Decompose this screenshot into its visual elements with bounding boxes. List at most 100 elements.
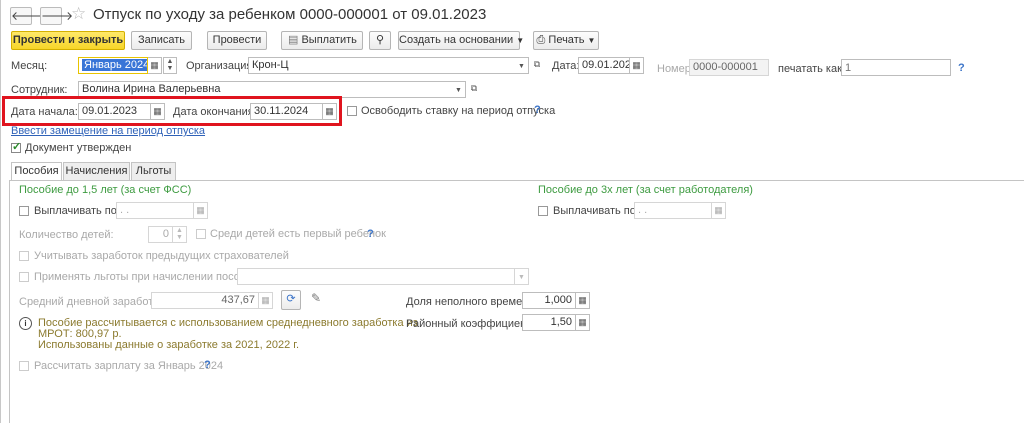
tab-benefits[interactable]: Пособия bbox=[11, 162, 62, 181]
calendar-icon: ▦ bbox=[196, 205, 205, 215]
print-button[interactable]: ⎙ Печать ▼ bbox=[533, 31, 599, 50]
help-icon[interactable]: ? bbox=[367, 228, 374, 240]
post-button[interactable]: Провести bbox=[207, 31, 267, 50]
print-as-input[interactable] bbox=[841, 59, 951, 76]
print-label: Печать bbox=[548, 34, 585, 46]
free-rate-checkbox[interactable] bbox=[347, 106, 357, 116]
create-based-label: Создать на основании bbox=[399, 34, 514, 46]
arrow-right-icon: 🡒 bbox=[41, 9, 74, 23]
first-child-checkbox[interactable] bbox=[196, 229, 206, 239]
chevron-down-icon: ▼ bbox=[516, 36, 525, 45]
pay-button[interactable]: ▤ Выплатить bbox=[281, 31, 363, 50]
apply-benefits-label: Применять льготы при начислении пособия bbox=[34, 271, 259, 283]
date-calendar-button[interactable]: ▦ bbox=[630, 57, 644, 74]
month-calendar-button[interactable]: ▦ bbox=[148, 57, 162, 74]
benefits-select-field[interactable] bbox=[237, 268, 515, 285]
pay-icon: ▤ bbox=[288, 34, 299, 46]
first-child-label: Среди детей есть первый ребенок bbox=[210, 228, 386, 240]
benefits-select-dropdown[interactable]: ▼ bbox=[515, 268, 529, 285]
forward-button[interactable]: 🡒 bbox=[40, 7, 73, 25]
calendar-icon: ▦ bbox=[714, 205, 723, 215]
pay-until-checkbox[interactable] bbox=[19, 206, 29, 216]
replacement-link[interactable]: Ввести замещение на период отпуска bbox=[11, 125, 205, 137]
pay-label: Выплатить bbox=[301, 34, 357, 46]
calendar-icon: ▦ bbox=[632, 60, 641, 70]
tab-accruals[interactable]: Начисления bbox=[63, 162, 130, 180]
printer-icon: ⎙ bbox=[536, 34, 546, 46]
create-based-button[interactable]: Создать на основании ▼ bbox=[398, 31, 524, 50]
spin-up-down-icon: ▲ ▼ bbox=[176, 227, 183, 241]
month-spin-button[interactable]: ▲ ▼ bbox=[163, 57, 177, 74]
info-icon: i bbox=[19, 317, 32, 330]
pay-until-right-checkbox[interactable] bbox=[538, 206, 548, 216]
pay-until-calendar-button[interactable]: ▦ bbox=[194, 202, 208, 219]
employee-dropdown-button[interactable]: ▼ bbox=[452, 81, 466, 98]
number-field[interactable]: 0000-000001 bbox=[689, 59, 769, 76]
avg-daily-label: Средний дневной заработок: bbox=[19, 296, 168, 308]
chevron-down-icon: ▼ bbox=[518, 63, 525, 70]
month-value: Январь 2024 bbox=[82, 59, 147, 71]
children-count-label: Количество детей: bbox=[19, 229, 114, 241]
favorite-star-icon[interactable]: ☆ bbox=[71, 4, 86, 24]
tab-privileges[interactable]: Льготы bbox=[131, 162, 176, 180]
open-icon: ⧉ bbox=[533, 59, 541, 69]
pencil-icon[interactable]: ✎ bbox=[311, 291, 321, 305]
children-count-spin[interactable]: ▲ ▼ bbox=[173, 226, 187, 243]
save-button[interactable]: Записать bbox=[131, 31, 192, 50]
employee-open-button[interactable]: ⧉ bbox=[467, 81, 481, 98]
highlight-frame bbox=[2, 96, 342, 126]
month-label: Месяц: bbox=[11, 60, 48, 72]
calculator-icon: ▦ bbox=[578, 295, 587, 305]
calculator-icon: ▦ bbox=[261, 295, 270, 305]
org-dropdown-button[interactable]: ▼ bbox=[515, 57, 529, 74]
calculator-icon: ▦ bbox=[578, 317, 587, 327]
regional-label: Районный коэффициент: bbox=[406, 318, 535, 330]
pay-until-field[interactable]: . . bbox=[116, 202, 194, 219]
back-button[interactable]: 🡐 bbox=[10, 7, 43, 25]
open-icon: ⧉ bbox=[470, 83, 478, 93]
check-icon: ✓ bbox=[12, 141, 22, 153]
date-field[interactable]: 09.01.2023 bbox=[578, 57, 630, 74]
avg-daily-field[interactable]: 437,67 bbox=[151, 292, 259, 309]
print-as-label: печатать как: bbox=[778, 63, 845, 75]
employee-label: Сотрудник: bbox=[11, 84, 68, 96]
pay-until-label: Выплачивать по bbox=[34, 205, 117, 217]
org-label: Организация: bbox=[186, 60, 256, 72]
chevron-down-icon: ▼ bbox=[587, 36, 596, 45]
spin-up-down-icon: ▲ ▼ bbox=[166, 58, 174, 72]
document-window: 🡐 🡒 ☆ Отпуск по уходу за ребенком 0000-0… bbox=[0, 0, 1024, 423]
part-time-field[interactable]: 1,000 bbox=[522, 292, 576, 309]
free-rate-label: Освободить ставку на период отпуска bbox=[361, 105, 556, 117]
pay-until-right-calendar-button[interactable]: ▦ bbox=[712, 202, 726, 219]
approved-label: Документ утвержден bbox=[25, 142, 132, 154]
part-time-calc-button[interactable]: ▦ bbox=[576, 292, 590, 309]
refresh-button[interactable]: ⟳ bbox=[281, 290, 301, 310]
apply-benefits-checkbox[interactable] bbox=[19, 272, 29, 282]
attach-button[interactable]: ⚲ bbox=[369, 31, 391, 50]
month-field[interactable]: Январь 2024 bbox=[78, 57, 148, 74]
date-label: Дата: bbox=[552, 60, 580, 72]
pay-until-right-label: Выплачивать по bbox=[553, 205, 636, 217]
prev-insurers-checkbox[interactable] bbox=[19, 251, 29, 261]
left-section-heading: Пособие до 1,5 лет (за счет ФСС) bbox=[19, 184, 192, 196]
pay-until-right-field[interactable]: . . bbox=[634, 202, 712, 219]
paperclip-icon: ⚲ bbox=[375, 34, 385, 46]
refresh-icon: ⟳ bbox=[286, 293, 296, 305]
help-icon[interactable]: ? bbox=[204, 359, 211, 371]
regional-calc-button[interactable]: ▦ bbox=[576, 314, 590, 331]
post-and-close-button[interactable]: Провести и закрыть bbox=[11, 31, 125, 50]
info-line-3: Использованы данные о заработке за 2021,… bbox=[38, 339, 300, 351]
regional-field[interactable]: 1,50 bbox=[522, 314, 576, 331]
avg-daily-calc-button[interactable]: ▦ bbox=[259, 292, 273, 309]
recalc-label: Рассчитать зарплату за Январь 2024 bbox=[34, 360, 224, 372]
recalc-checkbox[interactable] bbox=[19, 361, 29, 371]
help-icon[interactable]: ? bbox=[958, 62, 965, 74]
org-open-button[interactable]: ⧉ bbox=[530, 57, 544, 74]
approved-checkbox[interactable]: ✓ bbox=[11, 141, 22, 153]
org-field[interactable]: Крон-Ц bbox=[248, 57, 516, 74]
help-icon[interactable]: ? bbox=[534, 104, 541, 116]
right-section-heading: Пособие до 3х лет (за счет работодателя) bbox=[538, 184, 753, 196]
prev-insurers-label: Учитывать заработок предыдущих страховат… bbox=[34, 250, 289, 262]
arrow-left-icon: 🡐 bbox=[11, 9, 44, 23]
children-count-field[interactable]: 0 bbox=[148, 226, 173, 243]
